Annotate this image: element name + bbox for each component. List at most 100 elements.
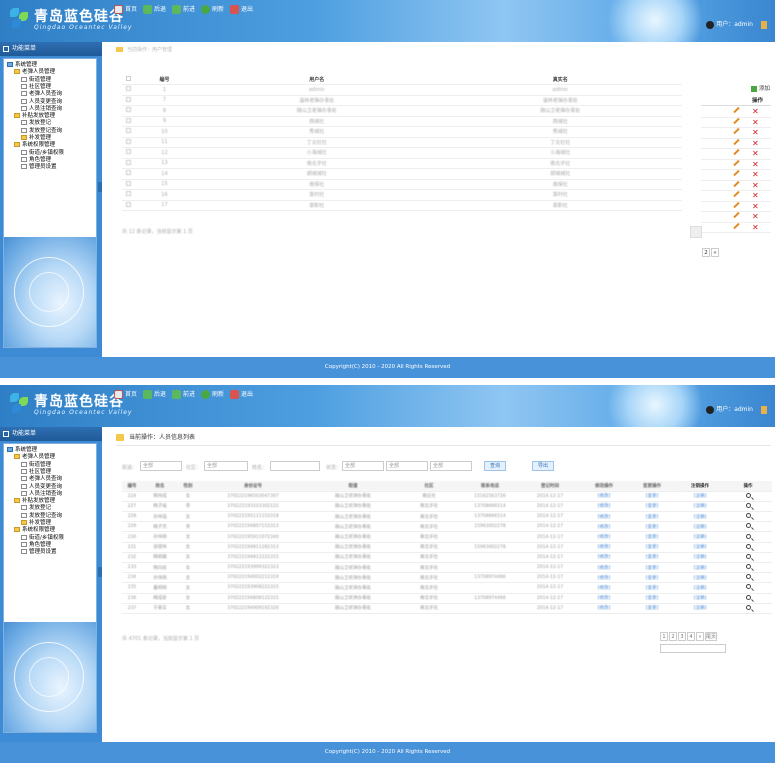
edit-pencil-icon[interactable] [733, 190, 740, 198]
sidebar-item[interactable]: 街道/乡镇权限 [21, 534, 64, 542]
sidebar-item[interactable]: 系统权限管理 [14, 527, 55, 534]
row-checkbox[interactable] [122, 179, 134, 190]
sidebar-item[interactable]: 补发管理 [21, 135, 51, 142]
sidebar-item[interactable]: 管理员设置 [21, 164, 57, 171]
sidebar-item[interactable]: 发放登记查询 [21, 127, 62, 135]
view-detail-cell[interactable] [724, 491, 772, 502]
sidebar-collapse-handle[interactable] [98, 182, 102, 192]
next-page-button[interactable]: » [711, 248, 719, 257]
row-action-link[interactable]: [修改] [580, 542, 628, 553]
row-action-link[interactable]: [注销] [676, 542, 724, 553]
view-detail-cell[interactable] [724, 603, 772, 614]
row-action-link[interactable]: [修改] [580, 491, 628, 502]
goto-page-input[interactable] [660, 644, 726, 653]
view-detail-cell[interactable] [724, 521, 772, 533]
row-checkbox[interactable] [122, 137, 134, 148]
toolbar-exit-button[interactable]: 退出 [230, 389, 253, 401]
sidebar-item[interactable]: 街道/乡镇权限 [21, 149, 64, 157]
delete-x-icon[interactable]: ✕ [752, 149, 759, 159]
street-select[interactable]: 全部 [140, 461, 182, 471]
row-action-link[interactable]: [修改] [580, 531, 628, 543]
page-2-button[interactable]: 2 [669, 632, 677, 641]
sidebar-item[interactable]: 人员注销查询 [21, 105, 62, 113]
sidebar-item[interactable]: 系统权限管理 [14, 142, 55, 149]
scroll-handle[interactable] [690, 226, 702, 238]
row-action-link[interactable]: [变更] [628, 531, 676, 543]
row-action-link[interactable]: [变更] [628, 501, 676, 513]
row-action-link[interactable]: [修改] [580, 572, 628, 584]
row-action-link[interactable]: [变更] [628, 521, 676, 533]
delete-x-icon[interactable]: ✕ [752, 170, 759, 180]
row-checkbox[interactable] [122, 189, 134, 201]
add-button[interactable]: 添加 [751, 84, 770, 92]
sidebar-item[interactable]: 社区管理 [21, 468, 51, 476]
edit-pencil-icon[interactable] [733, 211, 740, 219]
view-detail-cell[interactable] [724, 562, 772, 574]
last-page-button[interactable]: 尾页 [705, 632, 718, 641]
sidebar-item[interactable]: 角色管理 [21, 156, 51, 164]
sidebar-item[interactable]: 角色管理 [21, 541, 51, 549]
view-detail-cell[interactable] [724, 572, 772, 584]
row-action-link[interactable]: [修改] [580, 582, 628, 594]
sidebar-item[interactable]: 街道管理 [21, 461, 51, 469]
query-button[interactable]: 查询 [484, 461, 506, 471]
row-action-link[interactable]: [修改] [580, 603, 628, 614]
row-checkbox[interactable] [122, 168, 134, 180]
category-select[interactable]: 全部 [430, 461, 472, 471]
row-action-link[interactable]: [变更] [628, 562, 676, 574]
row-action-link[interactable]: [变更] [628, 603, 676, 614]
delete-x-icon[interactable]: ✕ [752, 202, 759, 212]
row-action-link[interactable]: [变更] [628, 572, 676, 584]
edit-pencil-icon[interactable] [733, 201, 740, 208]
row-action-link[interactable]: [注销] [676, 521, 724, 533]
edit-pencil-icon[interactable] [733, 117, 740, 124]
row-action-link[interactable]: [变更] [628, 491, 676, 502]
edit-pencil-icon[interactable] [733, 180, 740, 187]
sidebar-item[interactable]: 街道管理 [21, 76, 51, 84]
row-checkbox[interactable] [122, 158, 134, 169]
edit-pencil-icon[interactable] [733, 222, 740, 229]
view-detail-cell[interactable] [724, 593, 772, 604]
sidebar-item[interactable]: 补发管理 [21, 520, 51, 527]
sidebar-item[interactable]: 系统管理 [7, 62, 37, 69]
row-action-link[interactable]: [变更] [628, 542, 676, 553]
sidebar-item[interactable]: 老弹人员查询 [21, 476, 62, 483]
page-3-button[interactable]: 3 [678, 632, 686, 641]
row-checkbox[interactable] [122, 105, 134, 117]
sidebar-item[interactable]: 管理员设置 [21, 549, 57, 556]
row-action-link[interactable]: [注销] [676, 603, 724, 614]
toolbar-forward-button[interactable]: 前进 [172, 389, 195, 401]
name-input[interactable] [270, 461, 320, 471]
row-action-link[interactable]: [修改] [580, 521, 628, 533]
delete-x-icon[interactable]: ✕ [752, 160, 759, 170]
view-detail-cell[interactable] [724, 582, 772, 594]
row-action-link[interactable]: [修改] [580, 552, 628, 564]
type-select[interactable]: 全部 [386, 461, 428, 471]
row-action-link[interactable]: [注销] [676, 531, 724, 543]
delete-x-icon[interactable]: ✕ [752, 223, 759, 233]
view-detail-cell[interactable] [724, 552, 772, 564]
toolbar-forward-button[interactable]: 前进 [172, 4, 195, 16]
logout-lock-icon[interactable] [761, 405, 767, 414]
sidebar-collapse-handle[interactable] [98, 567, 102, 577]
view-detail-cell[interactable] [724, 511, 772, 523]
row-action-link[interactable]: [变更] [628, 582, 676, 594]
delete-x-icon[interactable]: ✕ [752, 181, 759, 191]
sidebar-item[interactable]: 人员注销查询 [21, 490, 62, 498]
page-1-button[interactable]: 1 [660, 632, 668, 641]
export-button[interactable]: 导出 [532, 461, 554, 471]
sidebar-item[interactable]: 老弹人员查询 [21, 91, 62, 98]
edit-pencil-icon[interactable] [733, 106, 740, 114]
row-action-link[interactable]: [修改] [580, 501, 628, 513]
toolbar-exit-button[interactable]: 退出 [230, 4, 253, 16]
edit-pencil-icon[interactable] [733, 138, 740, 145]
toolbar-refresh-button[interactable]: 刷新 [201, 389, 224, 401]
row-action-link[interactable]: [注销] [676, 491, 724, 502]
toolbar-back-button[interactable]: 后退 [143, 389, 166, 401]
row-action-link[interactable]: [注销] [676, 582, 724, 594]
edit-pencil-icon[interactable] [733, 148, 740, 156]
sidebar-item[interactable]: 系统管理 [7, 447, 37, 454]
toolbar-home-button[interactable]: 首页 [114, 389, 137, 401]
view-detail-cell[interactable] [724, 501, 772, 513]
row-action-link[interactable]: [修改] [580, 593, 628, 604]
